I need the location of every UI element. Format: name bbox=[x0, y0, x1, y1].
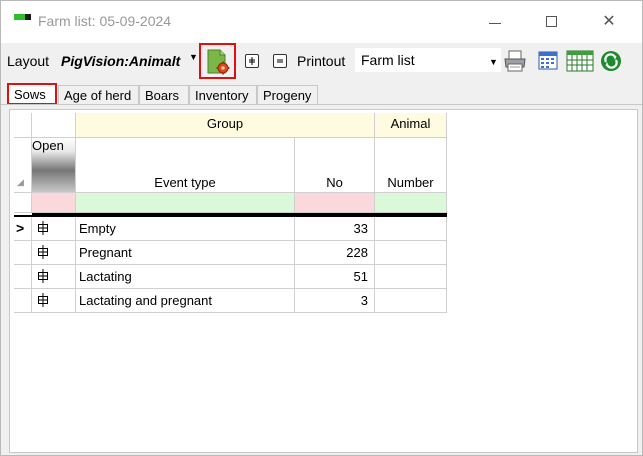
collapse-icon bbox=[277, 59, 283, 63]
tabs-divider bbox=[1, 104, 642, 105]
tab-inventory[interactable]: Inventory bbox=[189, 85, 257, 105]
toolbar: Layout PigVision:Animalt ▼ Printout Farm… bbox=[1, 43, 642, 79]
app-icon bbox=[14, 14, 31, 20]
number-column-label: Number bbox=[387, 175, 434, 190]
event-type-cell[interactable]: Lactating and pregnant bbox=[76, 289, 295, 313]
printout-label: Printout bbox=[297, 53, 346, 69]
row-header[interactable] bbox=[14, 241, 32, 265]
printout-select[interactable]: Farm list bbox=[355, 48, 501, 72]
row-header[interactable] bbox=[14, 265, 32, 289]
no-cell[interactable]: 3 bbox=[295, 289, 375, 313]
event-type-filter-cell[interactable] bbox=[76, 193, 295, 213]
current-row-indicator: > bbox=[16, 220, 25, 236]
tab-boars[interactable]: Boars bbox=[139, 85, 189, 105]
farm-list-window: Farm list: 05-09-2024 ✕ Layout PigVision… bbox=[0, 0, 643, 456]
printer-icon bbox=[504, 50, 526, 72]
open-filter-cell[interactable] bbox=[32, 193, 76, 213]
number-cell[interactable] bbox=[375, 289, 447, 313]
expand-all-button[interactable] bbox=[245, 54, 259, 68]
expand-row-icon[interactable] bbox=[37, 245, 49, 259]
event-type-cell[interactable]: Empty bbox=[76, 217, 295, 241]
event-type-cell[interactable]: Lactating bbox=[76, 265, 295, 289]
row-header[interactable]: > bbox=[14, 217, 32, 241]
tab-progeny[interactable]: Progeny bbox=[257, 85, 318, 105]
open-row-cell[interactable] bbox=[32, 241, 76, 265]
no-cell[interactable]: 228 bbox=[295, 241, 375, 265]
no-filter-cell[interactable] bbox=[295, 193, 375, 213]
filter-row-header bbox=[14, 193, 32, 213]
printout-dropdown-arrow-icon[interactable]: ▼ bbox=[489, 57, 498, 67]
group-column-group-header: Group bbox=[76, 113, 375, 138]
number-column-header[interactable]: Number bbox=[375, 138, 447, 193]
layout-settings-button[interactable] bbox=[199, 43, 236, 79]
calendar-icon bbox=[538, 51, 558, 70]
calendar-grid-button[interactable] bbox=[566, 49, 594, 73]
close-button[interactable]: ✕ bbox=[594, 9, 624, 35]
tab-age-of-herd[interactable]: Age of herd bbox=[58, 85, 139, 105]
row-header-column: ◢ bbox=[14, 138, 32, 193]
number-cell[interactable] bbox=[375, 217, 447, 241]
minimize-button[interactable] bbox=[481, 9, 511, 35]
farm-list-grid-panel: Group Animal ◢ Open Event type No Number bbox=[9, 109, 638, 453]
expand-row-icon[interactable] bbox=[37, 269, 49, 283]
document-gear-icon bbox=[207, 49, 230, 75]
no-column-header[interactable]: No bbox=[295, 138, 375, 193]
animal-column-group-header: Animal bbox=[375, 113, 447, 138]
maximize-icon bbox=[546, 16, 557, 27]
open-row-cell[interactable] bbox=[32, 289, 76, 313]
open-column-label: Open bbox=[32, 138, 64, 153]
print-button[interactable] bbox=[503, 49, 527, 73]
open-row-cell[interactable] bbox=[32, 217, 76, 241]
event-type-column-label: Event type bbox=[154, 175, 216, 190]
row-header-corner bbox=[14, 113, 32, 138]
layout-dropdown-arrow-icon[interactable]: ▼ bbox=[189, 52, 198, 62]
tab-sows[interactable]: Sows bbox=[7, 83, 57, 105]
event-type-column-header[interactable]: Event type bbox=[76, 138, 295, 193]
maximize-button[interactable] bbox=[537, 9, 567, 35]
expand-row-icon[interactable] bbox=[37, 293, 49, 307]
layout-label: Layout bbox=[7, 53, 50, 69]
expand-icon bbox=[249, 57, 255, 65]
layout-selector[interactable]: PigVision:Animalt bbox=[61, 53, 180, 69]
open-column-header[interactable]: Open bbox=[32, 138, 76, 193]
refresh-icon bbox=[601, 51, 621, 71]
number-cell[interactable] bbox=[375, 265, 447, 289]
tab-strip: Sows Age of herd Boars Inventory Progeny bbox=[1, 83, 642, 105]
window-title: Farm list: 05-09-2024 bbox=[38, 13, 172, 29]
open-row-cell[interactable] bbox=[32, 265, 76, 289]
no-cell[interactable]: 33 bbox=[295, 217, 375, 241]
open-group-header bbox=[32, 113, 76, 138]
calendar-grid-icon bbox=[566, 50, 594, 72]
number-filter-cell[interactable] bbox=[375, 193, 447, 213]
no-column-label: No bbox=[326, 175, 343, 190]
sort-corner-icon: ◢ bbox=[17, 177, 24, 187]
expand-row-icon[interactable] bbox=[37, 221, 49, 235]
title-bar: Farm list: 05-09-2024 ✕ bbox=[1, 1, 642, 43]
event-type-cell[interactable]: Pregnant bbox=[76, 241, 295, 265]
refresh-button[interactable] bbox=[599, 49, 623, 73]
collapse-all-button[interactable] bbox=[273, 54, 287, 68]
row-header[interactable] bbox=[14, 289, 32, 313]
number-cell[interactable] bbox=[375, 241, 447, 265]
minimize-icon bbox=[489, 23, 501, 24]
no-cell[interactable]: 51 bbox=[295, 265, 375, 289]
calendar-button[interactable] bbox=[537, 49, 561, 73]
